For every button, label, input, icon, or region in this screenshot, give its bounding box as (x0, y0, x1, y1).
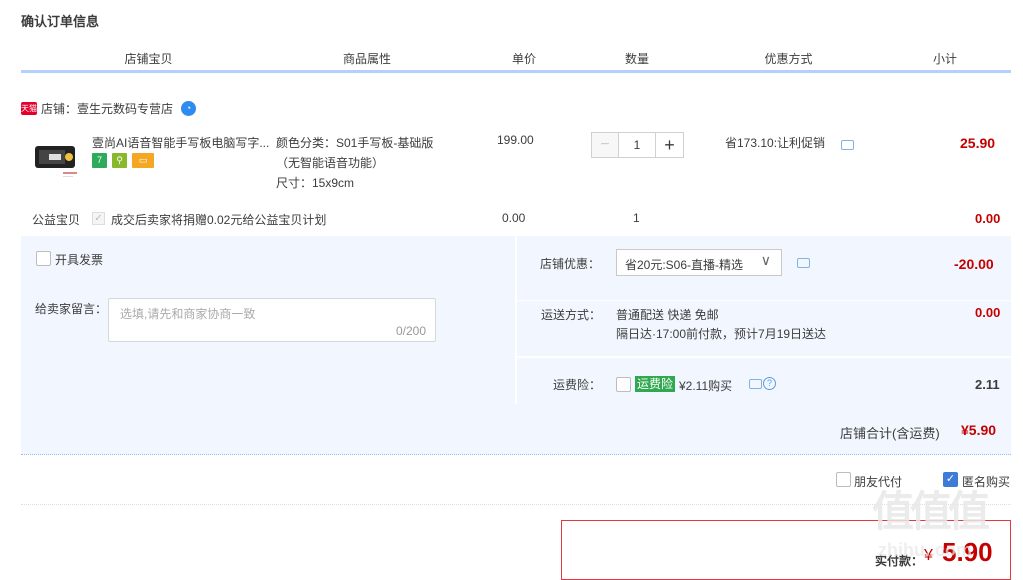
invoice-checkbox[interactable] (36, 251, 51, 266)
product-thumbnail[interactable] (33, 140, 81, 180)
shop-discount-label: 店铺优惠： (540, 257, 601, 271)
shop-name[interactable]: 店铺：壹生元数码专营店 (41, 100, 173, 117)
watermark-logo: 值值值 (872, 488, 990, 535)
shop-discount-value: 省20元:S06-直播-精选 (625, 258, 744, 272)
charity-desc: 成交后卖家将捐赠0.02元给公益宝贝计划 (111, 213, 327, 227)
discount-text: 省173.10:让利促销 (725, 136, 826, 150)
shop-row: 天猫 店铺：壹生元数码专营店 ◔ (21, 100, 197, 117)
quantity-stepper: − 1 + (591, 132, 684, 158)
shipping-method: 普通配送 快递 免邮 (616, 308, 719, 322)
page-title: 确认订单信息 (21, 14, 100, 29)
discount-chat-icon[interactable] (841, 140, 854, 150)
shop-discount-amount: -20.00 (954, 256, 994, 272)
attr-color-note: （无智能语音功能） (276, 156, 385, 170)
charity-label: 公益宝贝 (32, 213, 81, 227)
col-quantity: 数量 (624, 52, 649, 66)
message-placeholder: 选填,请先和商家协商一致 (120, 307, 256, 321)
help-icon[interactable]: ? (763, 377, 776, 390)
col-discount: 优惠方式 (764, 52, 813, 66)
col-subtotal: 小计 (932, 52, 957, 66)
decrease-button[interactable]: − (591, 132, 619, 158)
shop-discount-chat-icon[interactable] (797, 258, 810, 268)
charity-checkbox-icon: ✓ (92, 212, 105, 225)
product-name[interactable]: 壹尚AI语音智能手写板电脑写字... (92, 134, 269, 151)
unit-price: 199.00 (497, 133, 534, 147)
insurance-checkbox[interactable] (616, 377, 631, 392)
insurance-label: 运费险： (553, 378, 602, 392)
col-shop-item: 店铺宝贝 (124, 52, 173, 66)
watermark-text: zhihu..com (878, 540, 972, 560)
increase-button[interactable]: + (655, 132, 684, 158)
insurance-price: ¥2.11购买 (679, 379, 733, 393)
tmall-badge: 天猫 (21, 101, 37, 115)
shipping-amount: 0.00 (975, 305, 1001, 320)
wangwang-chat-icon[interactable]: ◔ (181, 100, 197, 116)
insurance-tag: 运费险 (635, 376, 676, 392)
attr-color: 颜色分类：S01手写板-基础版 (276, 136, 434, 150)
insurance-amount: 2.11 (975, 377, 1000, 392)
card-payment-icon: ▭ (132, 153, 154, 168)
quantity-input[interactable]: 1 (619, 132, 655, 158)
col-unit-price: 单价 (511, 52, 536, 66)
message-input[interactable]: 选填,请先和商家协商一致 0/200 (108, 298, 436, 342)
shop-total-label: 店铺合计(含运费) (840, 426, 940, 441)
invoice-label: 开具发票 (55, 253, 104, 267)
charity-quantity: 1 (633, 211, 640, 225)
shipping-detail: 隔日达·17:00前付款，预计7月19日送达 (616, 327, 827, 341)
shop-total-amount: ¥5.90 (961, 422, 997, 438)
shipping-label: 运送方式： (541, 308, 602, 322)
shop-discount-select[interactable]: 省20元:S06-直播-精选 ∨ (616, 249, 782, 276)
guarantee-icon: ⚲ (112, 153, 127, 168)
attr-size: 尺寸：15x9cm (276, 176, 355, 190)
friend-pay-checkbox[interactable] (836, 472, 851, 487)
col-attributes: 商品属性 (342, 52, 391, 66)
insurance-chat-icon[interactable] (749, 379, 762, 389)
message-label: 给卖家留言： (35, 302, 108, 316)
item-subtotal: 25.90 (960, 135, 996, 151)
chevron-down-icon: ∨ (760, 252, 771, 268)
charity-price: 0.00 (502, 211, 526, 225)
column-header: 店铺宝贝 商品属性 单价 数量 优惠方式 小计 (21, 48, 1011, 73)
seven-day-return-icon: 7 (92, 153, 107, 168)
message-counter: 0/200 (395, 324, 426, 338)
charity-subtotal: 0.00 (975, 211, 1001, 226)
